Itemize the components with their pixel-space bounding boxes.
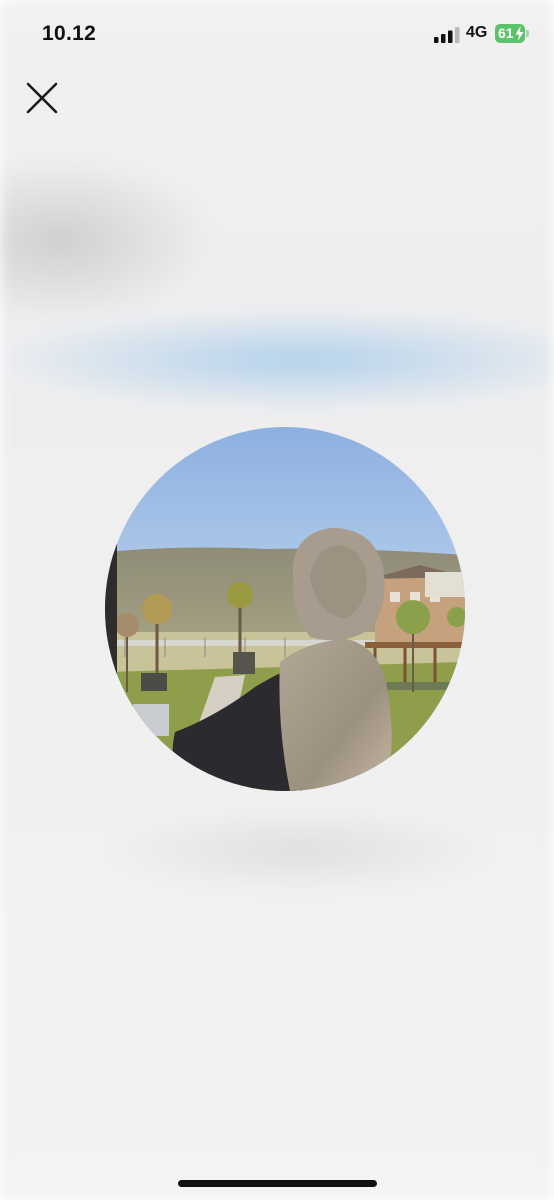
status-time: 10.12 — [42, 22, 97, 45]
bolt-icon — [515, 26, 524, 41]
battery-charging-icon: 61 — [495, 24, 531, 43]
profile-photo-image — [105, 427, 465, 791]
home-indicator[interactable] — [178, 1180, 377, 1187]
close-icon — [26, 82, 58, 114]
profile-photo[interactable] — [105, 427, 465, 791]
cellular-signal-icon — [434, 27, 460, 43]
close-button[interactable] — [20, 76, 64, 120]
status-bar: 10.12 4G 61 — [0, 0, 554, 70]
battery-level: 61 — [498, 25, 514, 41]
battery-cap — [526, 30, 529, 37]
network-type: 4G — [466, 24, 488, 41]
